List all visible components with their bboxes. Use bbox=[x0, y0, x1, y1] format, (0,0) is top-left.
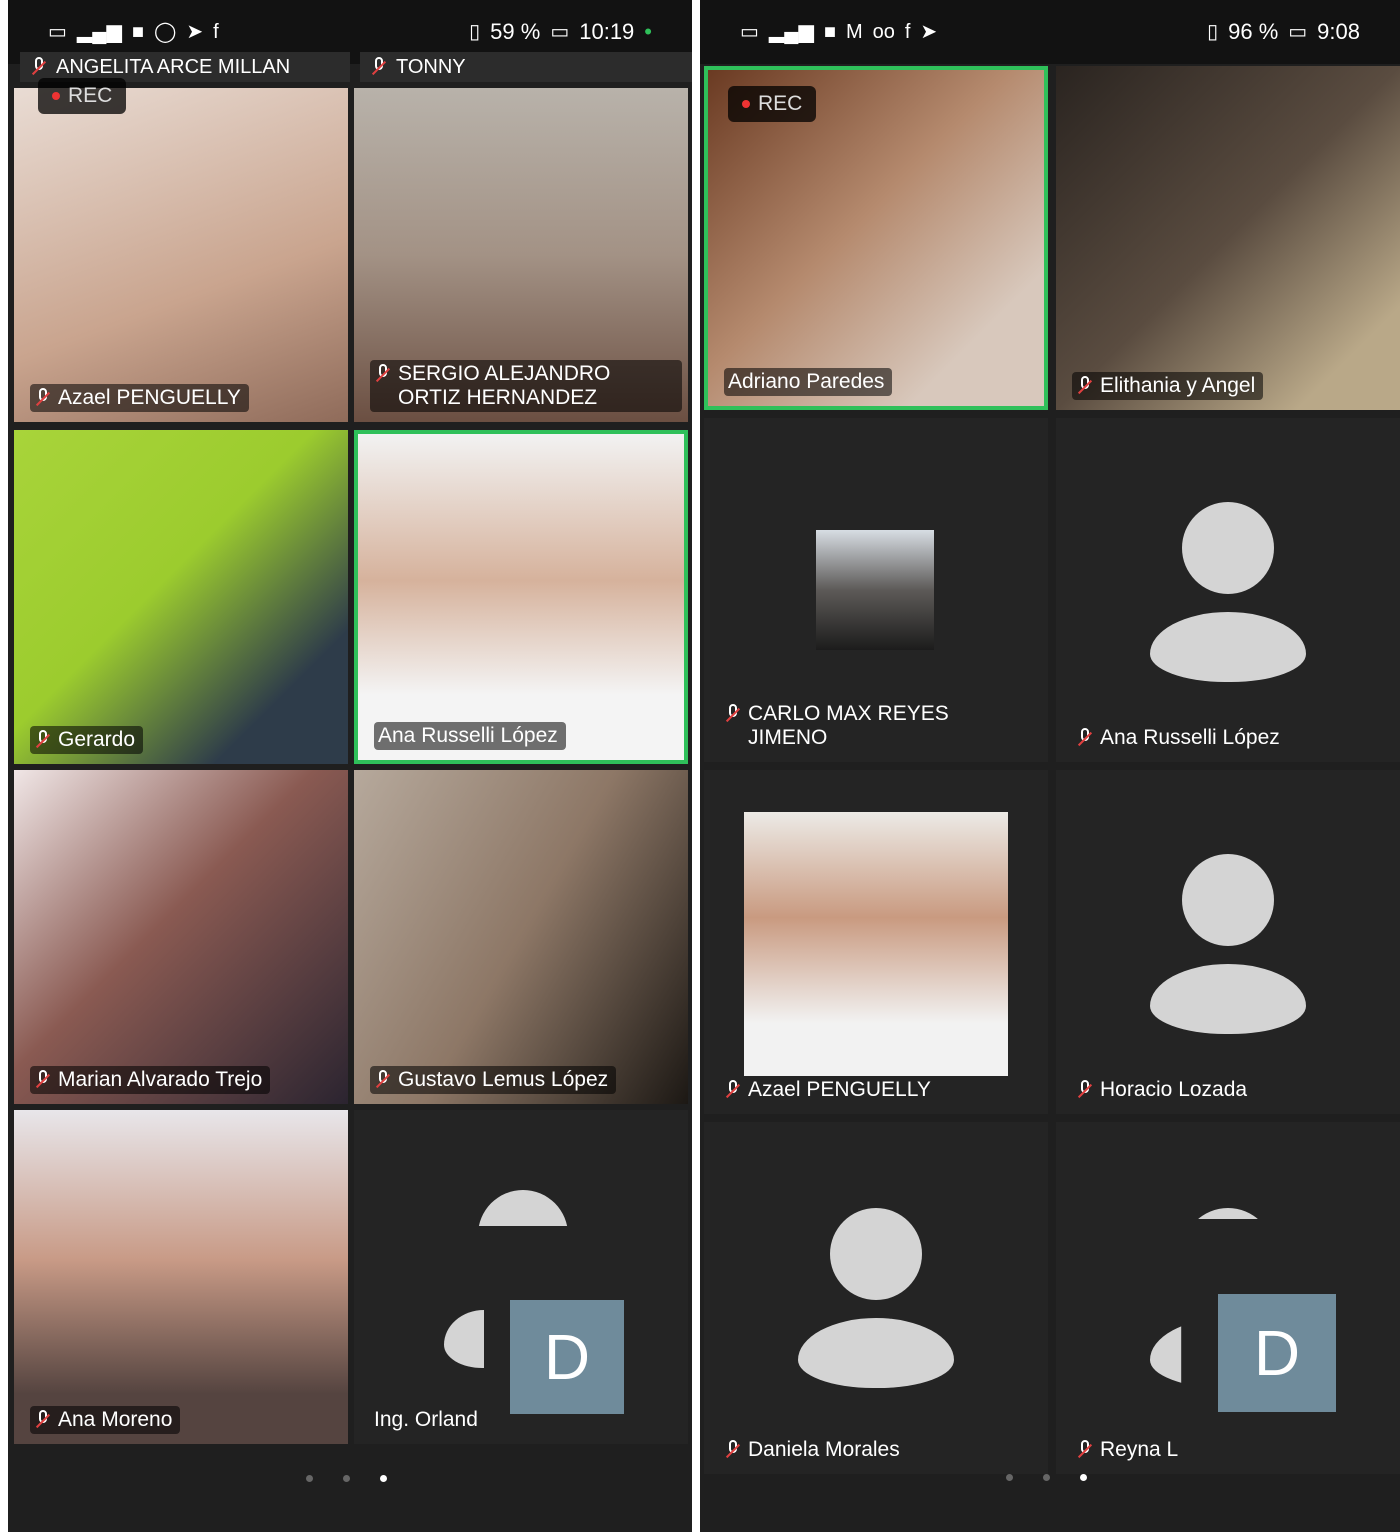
profile-photo bbox=[744, 812, 1008, 1076]
participant-video bbox=[14, 1110, 348, 1444]
avatar-head-icon bbox=[1182, 502, 1274, 594]
participant-name: Ing. Orland bbox=[374, 1408, 478, 1431]
right-phone-screen: ▭ ▂▄▆ ■ M oo f ➤ ▯ 96 % ▭ 9:08 REC Adria… bbox=[700, 0, 1400, 1532]
page-indicator bbox=[306, 1475, 387, 1482]
voicemail-icon: oo bbox=[872, 21, 895, 43]
avatar-head-icon bbox=[830, 1208, 922, 1300]
participant-name: Gerardo bbox=[30, 726, 144, 754]
vibrate-icon: ▯ bbox=[1207, 21, 1219, 43]
telegram-icon: ➤ bbox=[186, 21, 204, 43]
floating-self-view-avatar[interactable]: D bbox=[1218, 1294, 1336, 1412]
battery-icon: ▭ bbox=[1288, 21, 1308, 43]
participant-name: CARLO MAX REYES JIMENO bbox=[720, 700, 992, 752]
mic-muted-icon bbox=[374, 362, 392, 386]
participant-tile[interactable]: Daniela Morales bbox=[704, 1122, 1048, 1474]
participant-name: Ana Russelli López bbox=[374, 722, 566, 750]
participant-tile-speaking[interactable]: REC Adriano Paredes bbox=[704, 66, 1048, 410]
participant-tile[interactable]: Gustavo Lemus López bbox=[354, 770, 688, 1104]
notification-dot: • bbox=[644, 19, 652, 44]
signal-icon: ▂▄▆ bbox=[76, 21, 122, 43]
mic-muted-icon bbox=[1076, 1078, 1094, 1102]
participant-tile[interactable]: Gerardo bbox=[14, 430, 348, 764]
participant-name: Reyna L bbox=[1072, 1436, 1186, 1464]
participant-name: Adriano Paredes bbox=[724, 368, 893, 396]
mic-muted-icon bbox=[724, 702, 742, 726]
recording-indicator: REC bbox=[38, 78, 127, 114]
mic-muted-icon bbox=[30, 55, 48, 79]
clock: 10:19 bbox=[579, 19, 635, 44]
status-bar: ▭ ▂▄▆ ■ M oo f ➤ ▯ 96 % ▭ 9:08 bbox=[700, 0, 1400, 64]
recording-indicator: REC bbox=[728, 86, 817, 122]
avatar-body-icon bbox=[798, 1318, 954, 1388]
top-tile-name: TONNY bbox=[360, 52, 692, 82]
mic-muted-icon bbox=[1076, 726, 1094, 750]
participant-tile[interactable]: Azael PENGUELLY bbox=[704, 770, 1048, 1114]
participant-name: Daniela Morales bbox=[720, 1436, 908, 1464]
avatar-head-icon bbox=[1182, 854, 1274, 946]
telegram-icon: ➤ bbox=[920, 21, 938, 43]
participant-name: Azael PENGUELLY bbox=[30, 384, 249, 412]
participant-name: Azael PENGUELLY bbox=[720, 1076, 939, 1104]
participant-video bbox=[14, 430, 348, 764]
participant-tile[interactable]: Horacio Lozada bbox=[1056, 770, 1400, 1114]
avatar-body-icon bbox=[1150, 964, 1306, 1034]
volte-icon: ▭ bbox=[740, 21, 759, 43]
participant-video bbox=[1056, 66, 1400, 410]
battery-percent: 59 % bbox=[490, 19, 541, 44]
facebook-icon: f bbox=[904, 21, 911, 43]
signal-icon: ▂▄▆ bbox=[768, 21, 814, 43]
battery-percent: 96 % bbox=[1228, 19, 1279, 44]
clock: 9:08 bbox=[1317, 19, 1360, 44]
mic-muted-icon bbox=[1076, 1438, 1094, 1462]
avatar-body-icon bbox=[1150, 612, 1306, 682]
left-phone-screen: ▭ ▂▄▆ ■ ◯ ➤ f ▯ 59 % ▭ 10:19 • ANGELITA … bbox=[8, 0, 692, 1532]
participant-tile[interactable]: Azael PENGUELLY bbox=[14, 88, 348, 422]
mic-muted-icon bbox=[374, 1068, 392, 1092]
whatsapp-icon: ◯ bbox=[153, 21, 177, 43]
participant-name: Elithania y Angel bbox=[1072, 372, 1264, 400]
participant-name: Ana Russelli López bbox=[1072, 724, 1288, 752]
floating-self-view-avatar[interactable]: D bbox=[510, 1300, 624, 1414]
mic-muted-icon bbox=[34, 386, 52, 410]
mic-muted-icon bbox=[1076, 374, 1094, 398]
mic-muted-icon bbox=[370, 55, 388, 79]
participant-name: Ana Moreno bbox=[30, 1406, 181, 1434]
mic-muted-icon bbox=[34, 1068, 52, 1092]
participant-tile[interactable]: Ana Moreno bbox=[14, 1110, 348, 1444]
avatar-head-icon bbox=[478, 1190, 568, 1226]
gmail-icon: M bbox=[845, 21, 863, 43]
video-icon: ■ bbox=[823, 21, 836, 43]
participant-tile[interactable]: Elithania y Angel bbox=[1056, 66, 1400, 410]
mic-muted-icon bbox=[34, 728, 52, 752]
facebook-icon: f bbox=[213, 21, 219, 43]
vibrate-icon: ▯ bbox=[469, 21, 481, 43]
mic-muted-icon bbox=[34, 1408, 52, 1432]
avatar-head-icon bbox=[1182, 1208, 1274, 1220]
mic-muted-icon bbox=[724, 1078, 742, 1102]
participant-name: Marian Alvarado Trejo bbox=[30, 1066, 271, 1094]
participant-tile[interactable]: Marian Alvarado Trejo bbox=[14, 770, 348, 1104]
participant-video bbox=[14, 770, 348, 1104]
participant-tile[interactable]: CARLO MAX REYES JIMENO bbox=[704, 418, 1048, 762]
participant-tile-speaking[interactable]: Ana Russelli López bbox=[354, 430, 688, 764]
participant-video bbox=[358, 434, 684, 760]
wifi-icon: ▭ bbox=[48, 21, 67, 43]
profile-photo bbox=[816, 530, 934, 650]
video-icon: ■ bbox=[131, 21, 144, 43]
participant-video bbox=[14, 88, 348, 422]
page-indicator bbox=[1006, 1474, 1087, 1481]
participant-tile[interactable]: SERGIO ALEJANDRO ORTIZ HERNANDEZ bbox=[354, 88, 688, 422]
participant-tile[interactable]: Ana Russelli López bbox=[1056, 418, 1400, 762]
participant-name: Gustavo Lemus López bbox=[370, 1066, 617, 1094]
participant-name: SERGIO ALEJANDRO ORTIZ HERNANDEZ bbox=[370, 360, 682, 412]
participant-video bbox=[354, 770, 688, 1104]
battery-icon: ▭ bbox=[550, 21, 570, 43]
mic-muted-icon bbox=[724, 1438, 742, 1462]
participant-name: Horacio Lozada bbox=[1072, 1076, 1255, 1104]
